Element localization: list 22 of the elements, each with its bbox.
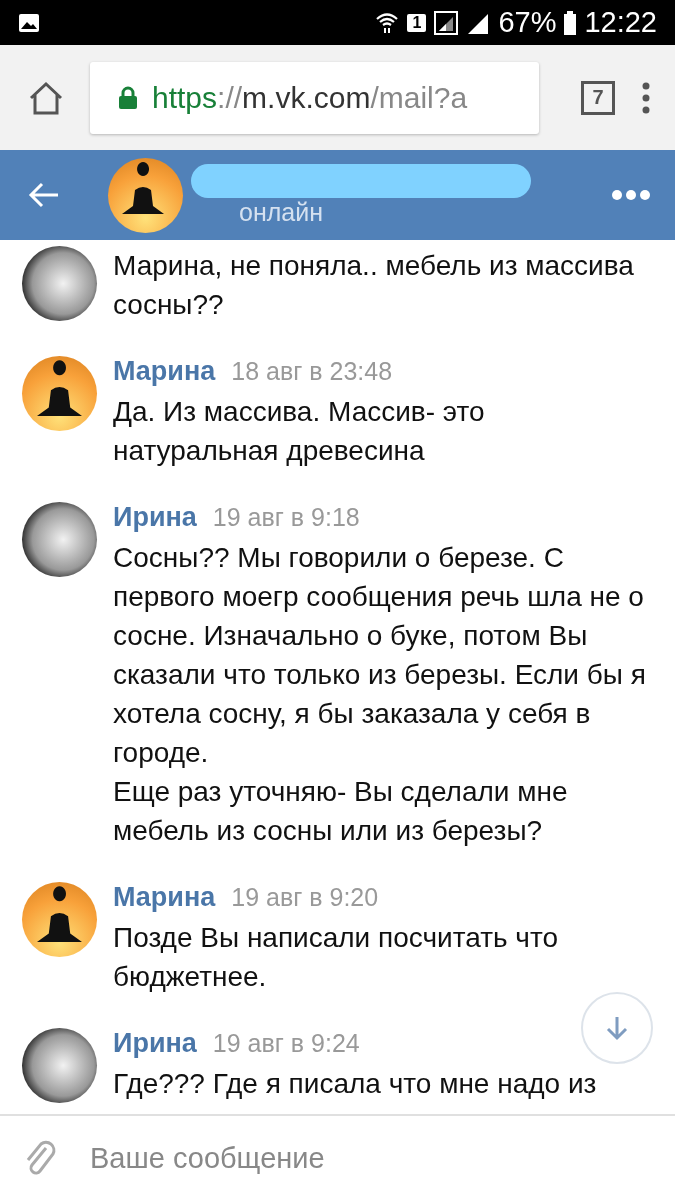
sim-indicator: 1 — [407, 13, 427, 32]
clock: 12:22 — [584, 6, 657, 39]
message-time: 19 авг в 9:18 — [212, 503, 360, 532]
battery-percent: 67% — [498, 6, 557, 39]
tab-count-button[interactable]: 7 — [581, 80, 615, 115]
message-time: 18 авг в 23:48 — [231, 357, 393, 386]
address-bar[interactable]: https://m.vk.com/mail?a — [90, 61, 539, 134]
message-time: 19 авг в 9:20 — [231, 883, 379, 912]
message-text: Еще раз уточняю- Вы сделали мне мебель из сосны или из березы? — [113, 775, 569, 848]
message-input[interactable]: Ваше сообщение — [88, 1140, 651, 1176]
message-text: Да. Из массива. Массив- это натуральная древесина — [113, 395, 486, 468]
author-name[interactable]: Ирина — [113, 502, 197, 533]
url-text: https://m.vk.com/mail?a — [152, 80, 468, 115]
message-text: Марина, не поняла.. мебель из массива сосны?? — [113, 249, 635, 322]
author-name[interactable]: Марина — [113, 356, 216, 387]
message-text: Где??? Где я писала что мне надо из — [113, 1067, 598, 1101]
author-name[interactable]: Ирина — [113, 1028, 197, 1059]
message-time: 19 авг в 9:24 — [212, 1029, 360, 1058]
author-name[interactable]: Марина — [113, 882, 216, 913]
message-text: Позде Вы написали посчитать что бюджетнее. — [113, 921, 560, 994]
online-status: онлайн — [239, 197, 324, 227]
message-text: Сосны?? Мы говорили о березе. С первого моегр сообщения речь шла не о сосне. Изначально о буке, потом Вы сказали что только из березы. Если бы я хотела сосну, я бы заказала у себя в городе. — [113, 541, 647, 770]
